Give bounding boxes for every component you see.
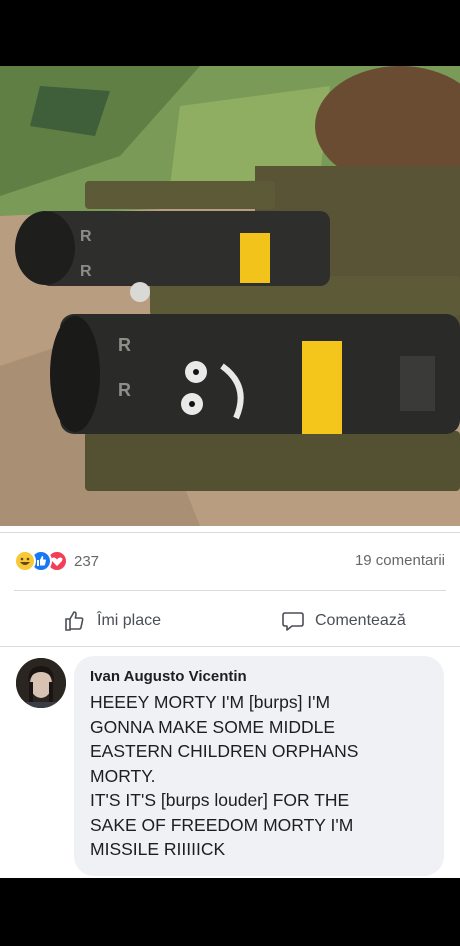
- facebook-post-screen: R R R R 237 19 comentarii Îmi place Come…: [0, 66, 460, 878]
- missile-marking: R: [80, 263, 92, 280]
- comments-count-link[interactable]: 19 comentarii: [355, 552, 445, 569]
- avatar-portrait: [16, 658, 66, 708]
- comment-bubble[interactable]: Ivan Augusto Vicentin HEEEY MORTY I'M [b…: [74, 656, 444, 876]
- missile-marking: R: [80, 228, 92, 245]
- missile-photo-illustration: R R R R: [0, 66, 460, 526]
- haha-icon: [14, 550, 36, 572]
- speech-bubble-icon: [282, 612, 304, 631]
- actions-top-divider: [14, 590, 446, 591]
- reaction-count: 237: [74, 552, 100, 570]
- like-button[interactable]: Îmi place: [63, 607, 161, 635]
- comment-text: HEEEY MORTY I'M [burps] I'M GONNA MAKE S…: [90, 692, 359, 859]
- actions-bottom-divider: [0, 646, 460, 647]
- reactions-summary[interactable]: 237: [14, 550, 99, 572]
- comment-button[interactable]: Comentează: [281, 607, 406, 635]
- avatar[interactable]: [16, 658, 66, 708]
- thumbs-up-icon: [65, 611, 84, 631]
- comment-button-label: Comentează: [315, 612, 406, 629]
- comment-author[interactable]: Ivan Augusto Vicentin: [90, 668, 428, 685]
- like-button-label: Îmi place: [97, 612, 162, 629]
- post-photo[interactable]: R R R R: [0, 66, 460, 526]
- missile-marking: R: [118, 380, 131, 400]
- missile-marking: R: [118, 335, 131, 355]
- photo-bottom-divider: [0, 532, 460, 533]
